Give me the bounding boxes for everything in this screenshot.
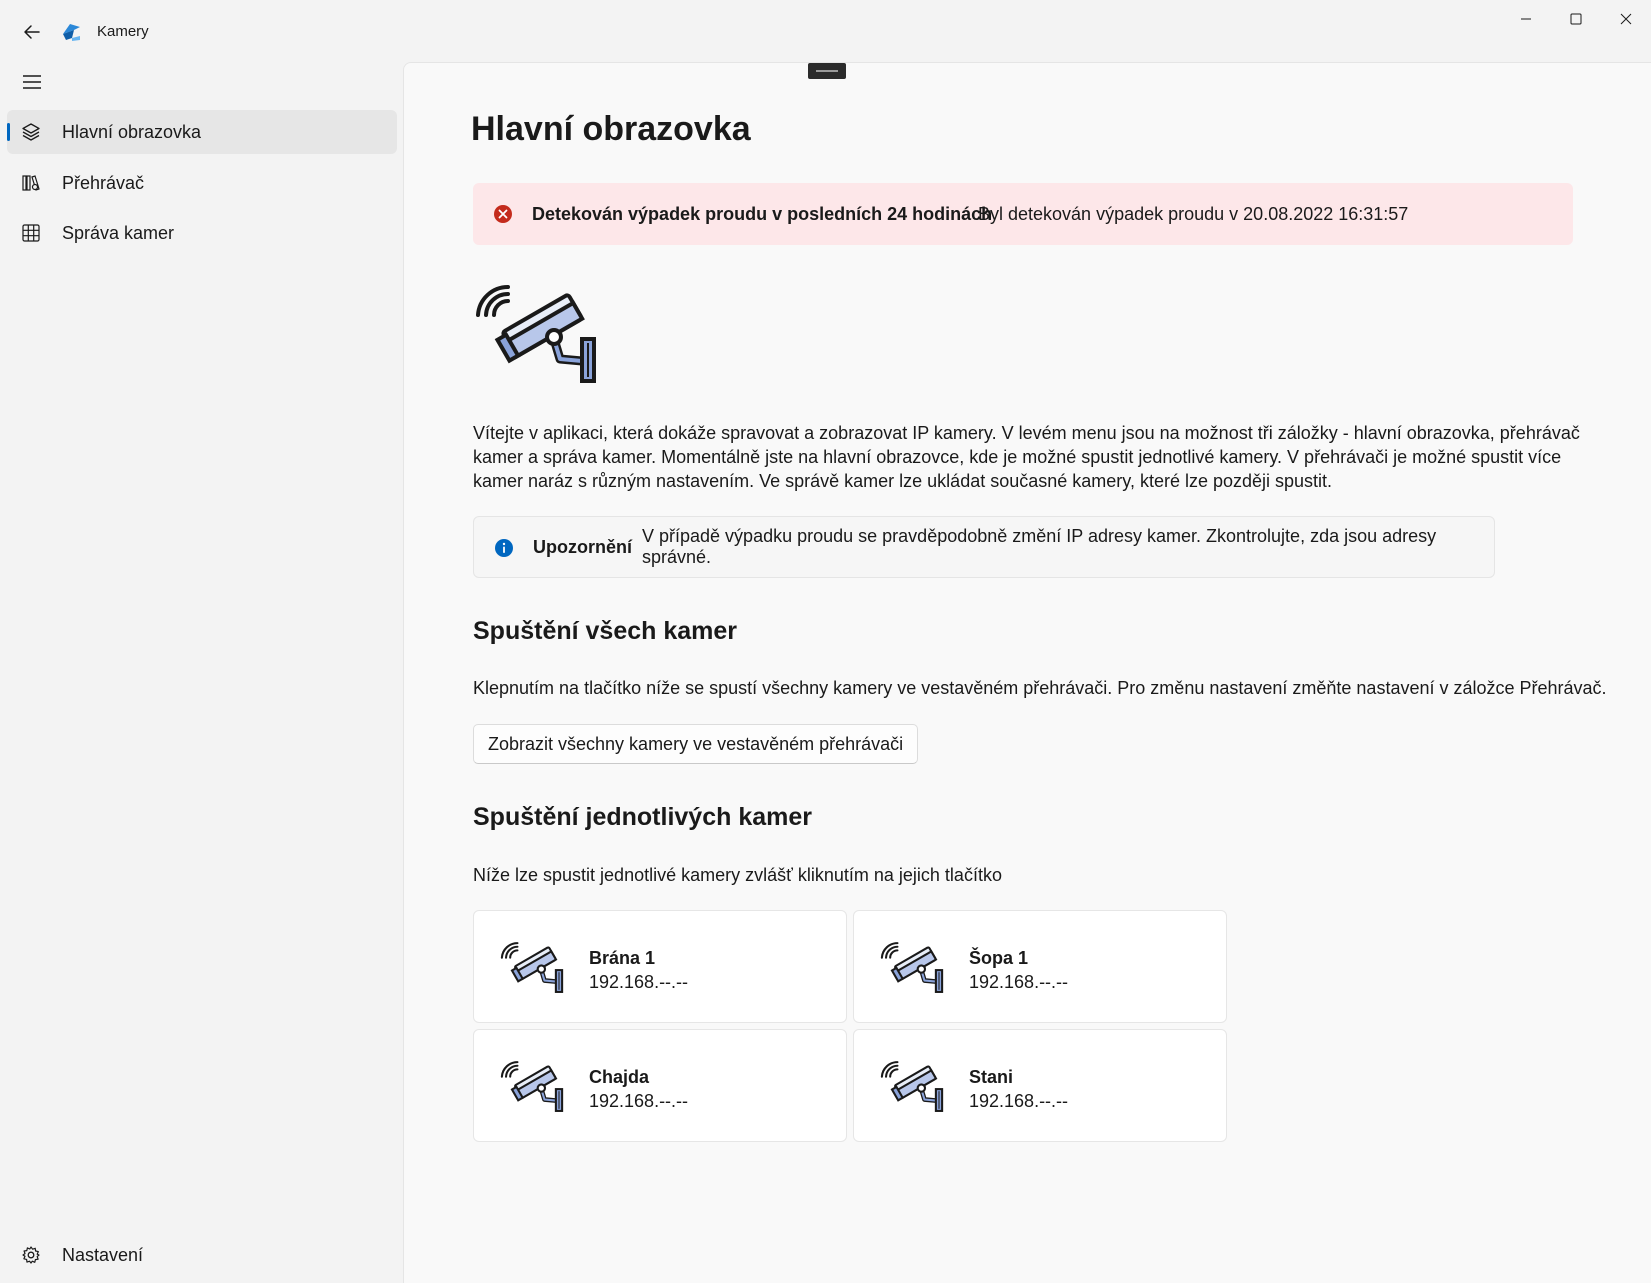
camera-card[interactable]: Šopa 1 192.168.--.-- [853, 910, 1227, 1023]
info-icon [495, 539, 513, 557]
camera-card[interactable]: Brána 1 192.168.--.-- [473, 910, 847, 1023]
back-button[interactable] [18, 18, 46, 46]
sidebar-item-hlavni-obrazovka[interactable]: Hlavní obrazovka [7, 110, 397, 154]
grid-icon [22, 224, 40, 242]
camera-card[interactable]: Chajda 192.168.--.-- [473, 1029, 847, 1142]
warning-info-bar: Upozornění V případě výpadku proudu se p… [473, 516, 1495, 578]
error-bar-message: Byl detekován výpadek proudu v 20.08.202… [978, 203, 1409, 224]
single-cameras-description: Níže lze spustit jednotlivé kamery zvláš… [473, 865, 1002, 885]
arrow-left-icon [24, 25, 40, 39]
hamburger-icon [23, 75, 41, 89]
layers-icon [22, 123, 40, 141]
camera-name: Šopa 1 [969, 948, 1029, 968]
camera-card[interactable]: Stani 192.168.--.-- [853, 1029, 1227, 1142]
app-title: Kamery [97, 23, 149, 40]
info-bar-message: V případě výpadku proudu se pravděpodobn… [642, 526, 1437, 567]
sidebar-item-nastaveni[interactable]: Nastavení [7, 1233, 397, 1277]
camera-ip: 192.168.--.-- [969, 1091, 1069, 1111]
power-outage-error-bar: Detekován výpadek proudu v posledních 24… [473, 183, 1573, 245]
cctv-camera-icon [498, 940, 566, 994]
camera-ip: 192.168.--.-- [589, 972, 689, 992]
all-cameras-description: Klepnutím na tlačítko níže se spustí vše… [473, 678, 1607, 698]
maximize-button[interactable] [1553, 6, 1599, 32]
sidebar-item-sprava-kamer[interactable]: Správa kamer [7, 211, 397, 255]
cctv-camera-icon [498, 1059, 566, 1113]
main-content: Hlavní obrazovka Detekován výpadek proud… [403, 62, 1651, 1283]
gear-icon [22, 1246, 40, 1264]
single-cameras-heading: Spuštění jednotlivých kamer [473, 803, 812, 831]
cctv-camera-icon [878, 1059, 946, 1113]
sidebar-item-label: Přehrávač [62, 172, 145, 193]
drag-handle[interactable] [808, 63, 846, 79]
cctv-camera-icon [878, 940, 946, 994]
camera-ip: 192.168.--.-- [969, 972, 1069, 992]
menu-toggle-button[interactable] [18, 68, 46, 96]
sidebar-item-label: Nastavení [62, 1244, 144, 1265]
sidebar-item-label: Správa kamer [62, 222, 175, 243]
error-bar-title: Detekován výpadek proudu v posledních 24… [532, 203, 993, 224]
app-logo-icon [63, 24, 80, 41]
maximize-icon [1570, 13, 1582, 25]
close-button[interactable] [1603, 6, 1649, 32]
sidebar-item-label: Hlavní obrazovka [62, 121, 202, 142]
selection-indicator [7, 123, 10, 141]
all-cameras-heading: Spuštění všech kamer [473, 617, 738, 645]
title-bar: Kamery [0, 0, 1651, 62]
error-icon [494, 205, 512, 223]
intro-text: Vítejte v aplikaci, která dokáže spravov… [473, 423, 1580, 491]
camera-name: Stani [969, 1067, 1014, 1087]
media-library-icon [22, 175, 40, 191]
close-icon [1620, 13, 1632, 25]
show-all-cameras-button[interactable]: Zobrazit všechny kamery ve vestavěném př… [473, 724, 919, 764]
camera-name: Brána 1 [589, 948, 656, 968]
sidebar-item-prehravac[interactable]: Přehrávač [7, 161, 397, 205]
minimize-button[interactable] [1503, 6, 1549, 32]
page-title: Hlavní obrazovka [471, 110, 751, 148]
cctv-camera-icon [472, 281, 600, 385]
minimize-icon [1521, 18, 1531, 20]
camera-ip: 192.168.--.-- [589, 1091, 689, 1111]
camera-name: Chajda [589, 1067, 650, 1087]
info-bar-title: Upozornění [533, 536, 632, 557]
